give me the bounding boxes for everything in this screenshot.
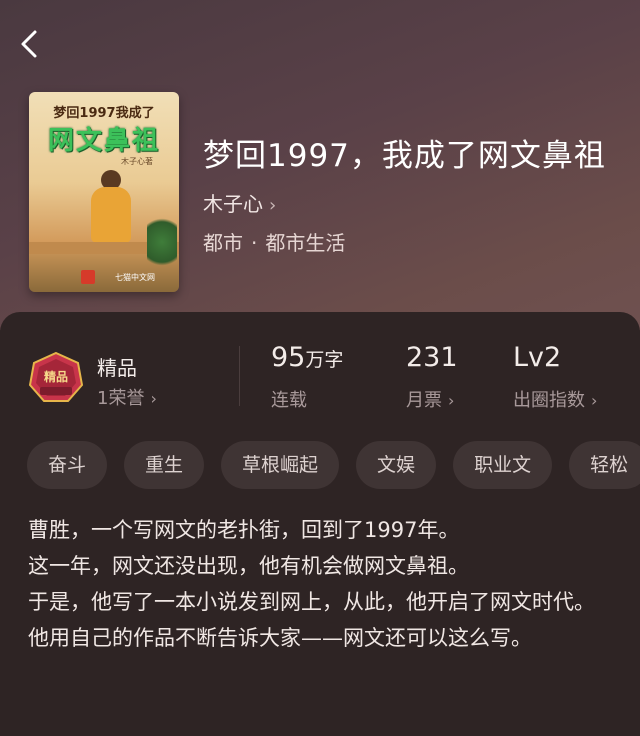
genre-line: 都市 · 都市生活	[203, 227, 345, 256]
tag-chip[interactable]: 草根崛起	[221, 441, 340, 489]
book-title: 梦回1997，我成了网文鼻祖	[203, 138, 606, 174]
cover-publisher-text: 七猫中文网	[115, 273, 155, 282]
chevron-right-icon: ›	[150, 389, 157, 408]
cover-plant	[147, 212, 177, 272]
genre-secondary: 都市生活	[265, 231, 346, 255]
chevron-left-icon	[21, 30, 37, 58]
author-link[interactable]: 木子心 ›	[203, 188, 276, 217]
description-line: 曹胜，一个写网文的老扑街，回到了1997年。	[28, 518, 460, 542]
honor-count: 1荣誉	[97, 388, 145, 409]
tag-chip[interactable]: 轻松	[569, 441, 640, 489]
tag-chip[interactable]: 奋斗	[27, 441, 108, 489]
word-count-value: 95	[271, 342, 306, 373]
genre-primary: 都市	[203, 231, 243, 255]
genre-separator: ·	[251, 231, 258, 255]
monthly-ticket-link[interactable]: 月票 ›	[406, 386, 454, 412]
tag-chip[interactable]: 重生	[124, 441, 205, 489]
honor-link[interactable]: 1荣誉 ›	[97, 384, 157, 410]
cover-main-text: 网文鼻祖	[47, 126, 160, 156]
level-value: Lv2	[513, 342, 562, 373]
monthly-ticket-label: 月票	[406, 390, 442, 411]
cover-top-text: 梦回1997我成了	[53, 106, 155, 121]
medal-badge-icon[interactable]: 精品	[28, 351, 84, 405]
monthly-ticket-count: 231	[406, 342, 458, 373]
description-line: 于是，他写了一本小说发到网上，从此，他开启了网文时代。	[28, 590, 595, 614]
author-name: 木子心	[203, 192, 263, 216]
tag-chip[interactable]: 文娱	[356, 441, 437, 489]
medal-label: 精品	[97, 356, 137, 380]
cover-author-text: 木子心著	[121, 157, 153, 166]
book-description[interactable]: 曹胜，一个写网文的老扑街，回到了1997年。 这一年，网文还没出现，他有机会做网…	[28, 512, 618, 656]
cover-publisher-badge	[81, 270, 95, 284]
word-count: 95万字	[271, 342, 343, 373]
tag-chip[interactable]: 职业文	[453, 441, 553, 489]
popularity-index-label: 出圈指数	[513, 390, 585, 411]
popularity-index-link[interactable]: 出圈指数 ›	[513, 386, 597, 412]
chevron-right-icon: ›	[269, 195, 277, 216]
status-label: 连载	[271, 390, 307, 411]
description-line: 他用自己的作品不断告诉大家——网文还可以这么写。	[28, 626, 532, 650]
back-button[interactable]	[14, 28, 46, 60]
word-count-unit: 万字	[305, 349, 344, 371]
stats-divider	[239, 346, 240, 406]
book-cover[interactable]: 梦回1997我成了 网文鼻祖 木子心著 七猫中文网	[29, 92, 179, 292]
chevron-right-icon: ›	[591, 391, 598, 410]
chevron-right-icon: ›	[448, 391, 455, 410]
description-line: 这一年，网文还没出现，他有机会做网文鼻祖。	[28, 554, 469, 578]
svg-text:精品: 精品	[44, 369, 68, 384]
cover-figure	[91, 187, 131, 243]
tag-list: 奋斗 重生 草根崛起 文娱 职业文 轻松	[27, 441, 640, 489]
